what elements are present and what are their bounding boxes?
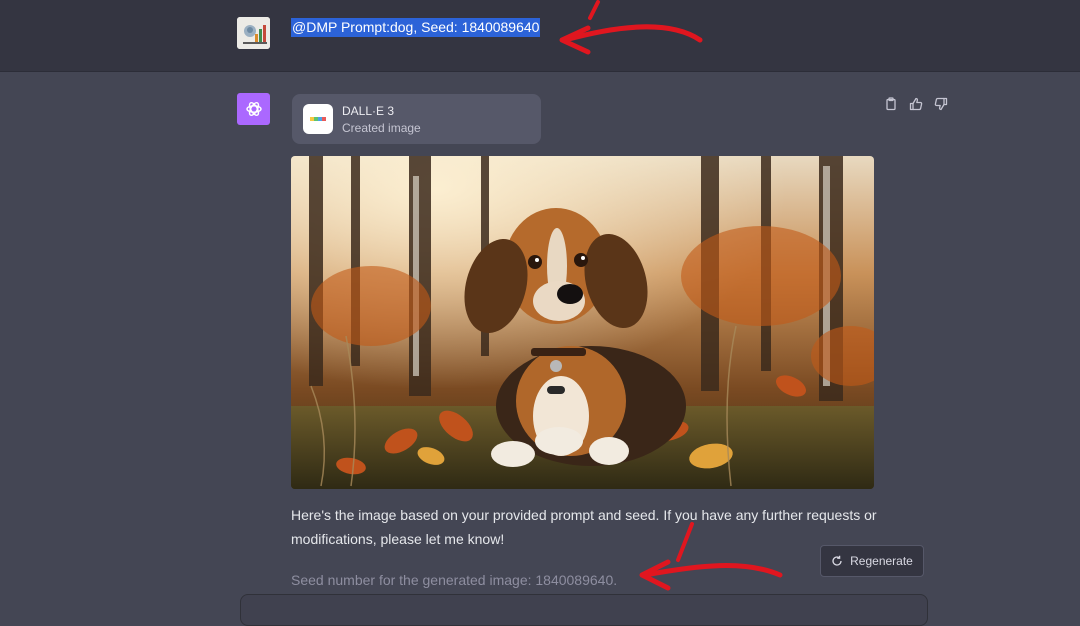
message-actions <box>882 95 950 113</box>
user-message-row: @DMP Prompt:dog, Seed: 1840089640 <box>0 0 1080 72</box>
seed-number-note: Seed number for the generated image: 184… <box>291 572 618 588</box>
refresh-icon <box>832 555 842 566</box>
tool-status: Created image <box>342 121 421 135</box>
generated-dog-image[interactable] <box>291 156 874 489</box>
user-avatar-icon <box>237 17 270 49</box>
dalle-tool-card[interactable]: DALL·E 3 Created image <box>292 94 541 144</box>
regenerate-button[interactable]: Regenerate <box>820 545 924 577</box>
copy-icon[interactable] <box>882 95 900 113</box>
user-message-text[interactable]: @DMP Prompt:dog, Seed: 1840089640 <box>291 18 541 37</box>
dalle-icon <box>303 104 333 134</box>
thumbs-up-icon[interactable] <box>907 95 925 113</box>
message-input-edge[interactable] <box>240 594 928 626</box>
assistant-reply-text: Here's the image based on your provided … <box>291 507 877 547</box>
regenerate-label: Regenerate <box>850 554 913 568</box>
tool-name: DALL·E 3 <box>342 104 395 118</box>
thumbs-down-icon[interactable] <box>932 95 950 113</box>
openai-logo-icon <box>237 93 270 125</box>
